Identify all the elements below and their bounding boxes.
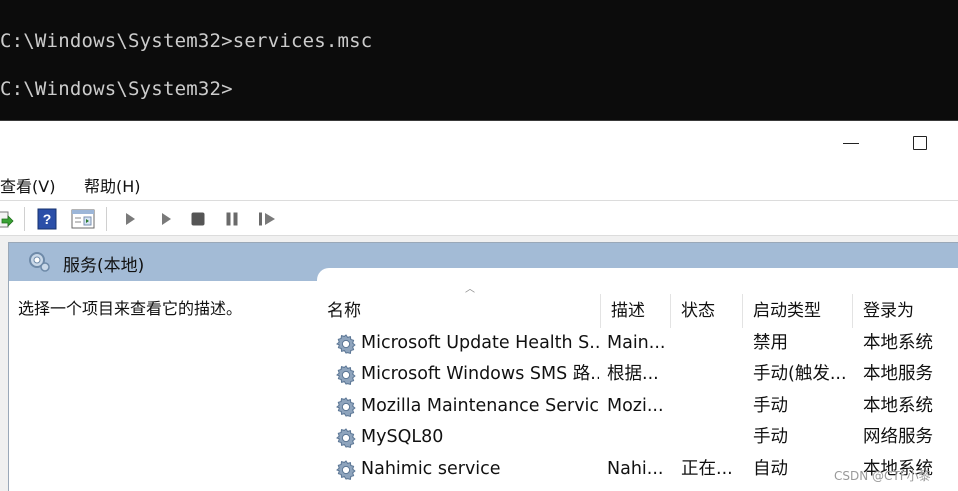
sort-ascending-icon: ︿ xyxy=(465,284,475,295)
service-status xyxy=(681,391,739,422)
column-header-status[interactable]: 状态 xyxy=(671,294,743,328)
help-button[interactable]: ? xyxy=(36,208,58,230)
table-row[interactable]: Mozilla Maintenance Service Mozi... 手动 本地系统 xyxy=(317,391,958,422)
table-row[interactable]: MySQL80 手动 网络服务 xyxy=(317,422,958,453)
service-description: 选择一个项目来查看它的描述。 xyxy=(18,299,243,318)
resume-service-button[interactable] xyxy=(256,208,278,230)
panel-title: 服务(本地) xyxy=(63,256,145,276)
title-bar[interactable] xyxy=(0,121,958,165)
resume-service-icon xyxy=(259,212,275,226)
service-description-cell: Nahi... xyxy=(607,459,664,479)
service-status: 正在... xyxy=(681,459,733,479)
service-description-cell: Mozi... xyxy=(607,396,664,416)
column-header-startup-type[interactable]: 启动类型 xyxy=(743,294,853,328)
service-logon-as: 本地系统 xyxy=(863,333,933,353)
service-logon-as: 网络服务 xyxy=(863,427,933,447)
start-service-icon xyxy=(126,213,135,225)
service-name: Microsoft Windows SMS 路... xyxy=(361,364,599,384)
toolbar: ? xyxy=(0,200,958,236)
console-line-1: C:\Windows\System32>services.msc xyxy=(0,30,373,52)
start-service-alt-button[interactable] xyxy=(156,208,176,230)
service-status xyxy=(681,328,739,359)
service-startup-type: 手动 xyxy=(753,396,788,416)
services-panel: 服务(本地) 选择一个项目来查看它的描述。 ︿ 名称 描述 状态 启动类型 登录… xyxy=(8,242,958,491)
start-service-button[interactable] xyxy=(120,208,140,230)
services-window: 查看(V) 帮助(H) ? 服务(本地) 选择一个项目来查看它的描述。 ︿ 名称… xyxy=(0,120,958,491)
gear-icon xyxy=(335,364,357,386)
service-description-cell: 根据... xyxy=(607,364,659,384)
gear-icon xyxy=(335,459,357,481)
toolbar-separator xyxy=(106,207,107,231)
service-logon-as: 本地服务 xyxy=(863,364,933,384)
svg-text:?: ? xyxy=(43,211,52,227)
gear-icon xyxy=(335,333,357,355)
stop-service-icon xyxy=(191,212,205,226)
toolbar-separator xyxy=(24,207,25,231)
service-description-cell: Main... xyxy=(607,333,666,353)
service-logon-as: 本地系统 xyxy=(863,396,933,416)
maximize-button[interactable] xyxy=(897,121,943,165)
minimize-icon xyxy=(843,142,859,144)
command-prompt: C:\Windows\System32>services.msc C:\Wind… xyxy=(0,0,958,120)
help-icon: ? xyxy=(37,208,57,230)
minimize-button[interactable] xyxy=(828,121,874,165)
gear-icon xyxy=(335,427,357,449)
export-list-icon xyxy=(0,211,14,228)
services-list: ︿ 名称 描述 状态 启动类型 登录为 Microsoft Update Hea… xyxy=(317,268,958,491)
service-name: Microsoft Update Health S... xyxy=(361,333,599,353)
service-description-cell xyxy=(607,422,669,453)
service-status xyxy=(681,422,739,453)
service-name: Mozilla Maintenance Service xyxy=(361,396,599,416)
service-startup-type: 手动 xyxy=(753,427,788,447)
table-row[interactable]: Microsoft Windows SMS 路... 根据... 手动(触发... 本… xyxy=(317,359,958,390)
watermark: CSDN @CTF小黎 xyxy=(834,469,931,483)
pause-service-button[interactable] xyxy=(222,208,242,230)
service-name: MySQL80 xyxy=(361,427,444,447)
service-name: Nahimic service xyxy=(361,459,501,479)
column-header-name[interactable]: 名称 xyxy=(317,294,601,328)
column-header-description[interactable]: 描述 xyxy=(601,294,671,328)
service-status xyxy=(681,359,739,390)
service-startup-type: 手动(触发... xyxy=(753,364,847,384)
table-row[interactable]: Microsoft Update Health S... Main... 禁用 本地系… xyxy=(317,328,958,359)
service-startup-type: 禁用 xyxy=(753,333,788,353)
maximize-icon xyxy=(913,136,927,150)
menu-help[interactable]: 帮助(H) xyxy=(84,173,141,197)
services-icon xyxy=(29,252,50,272)
menu-view[interactable]: 查看(V) xyxy=(0,173,55,197)
column-header-logon-as[interactable]: 登录为 xyxy=(853,294,958,328)
gear-icon xyxy=(335,396,357,418)
export-list-button[interactable] xyxy=(0,208,14,230)
properties-view-icon xyxy=(71,209,95,229)
start-service-alt-icon xyxy=(162,213,171,225)
stop-service-button[interactable] xyxy=(188,208,208,230)
console-line-2: C:\Windows\System32> xyxy=(0,78,233,100)
content-area: 服务(本地) 选择一个项目来查看它的描述。 ︿ 名称 描述 状态 启动类型 登录… xyxy=(0,236,958,491)
pause-service-icon xyxy=(226,212,238,226)
properties-view-button[interactable] xyxy=(70,208,96,230)
menu-bar: 查看(V) 帮助(H) xyxy=(0,167,958,199)
